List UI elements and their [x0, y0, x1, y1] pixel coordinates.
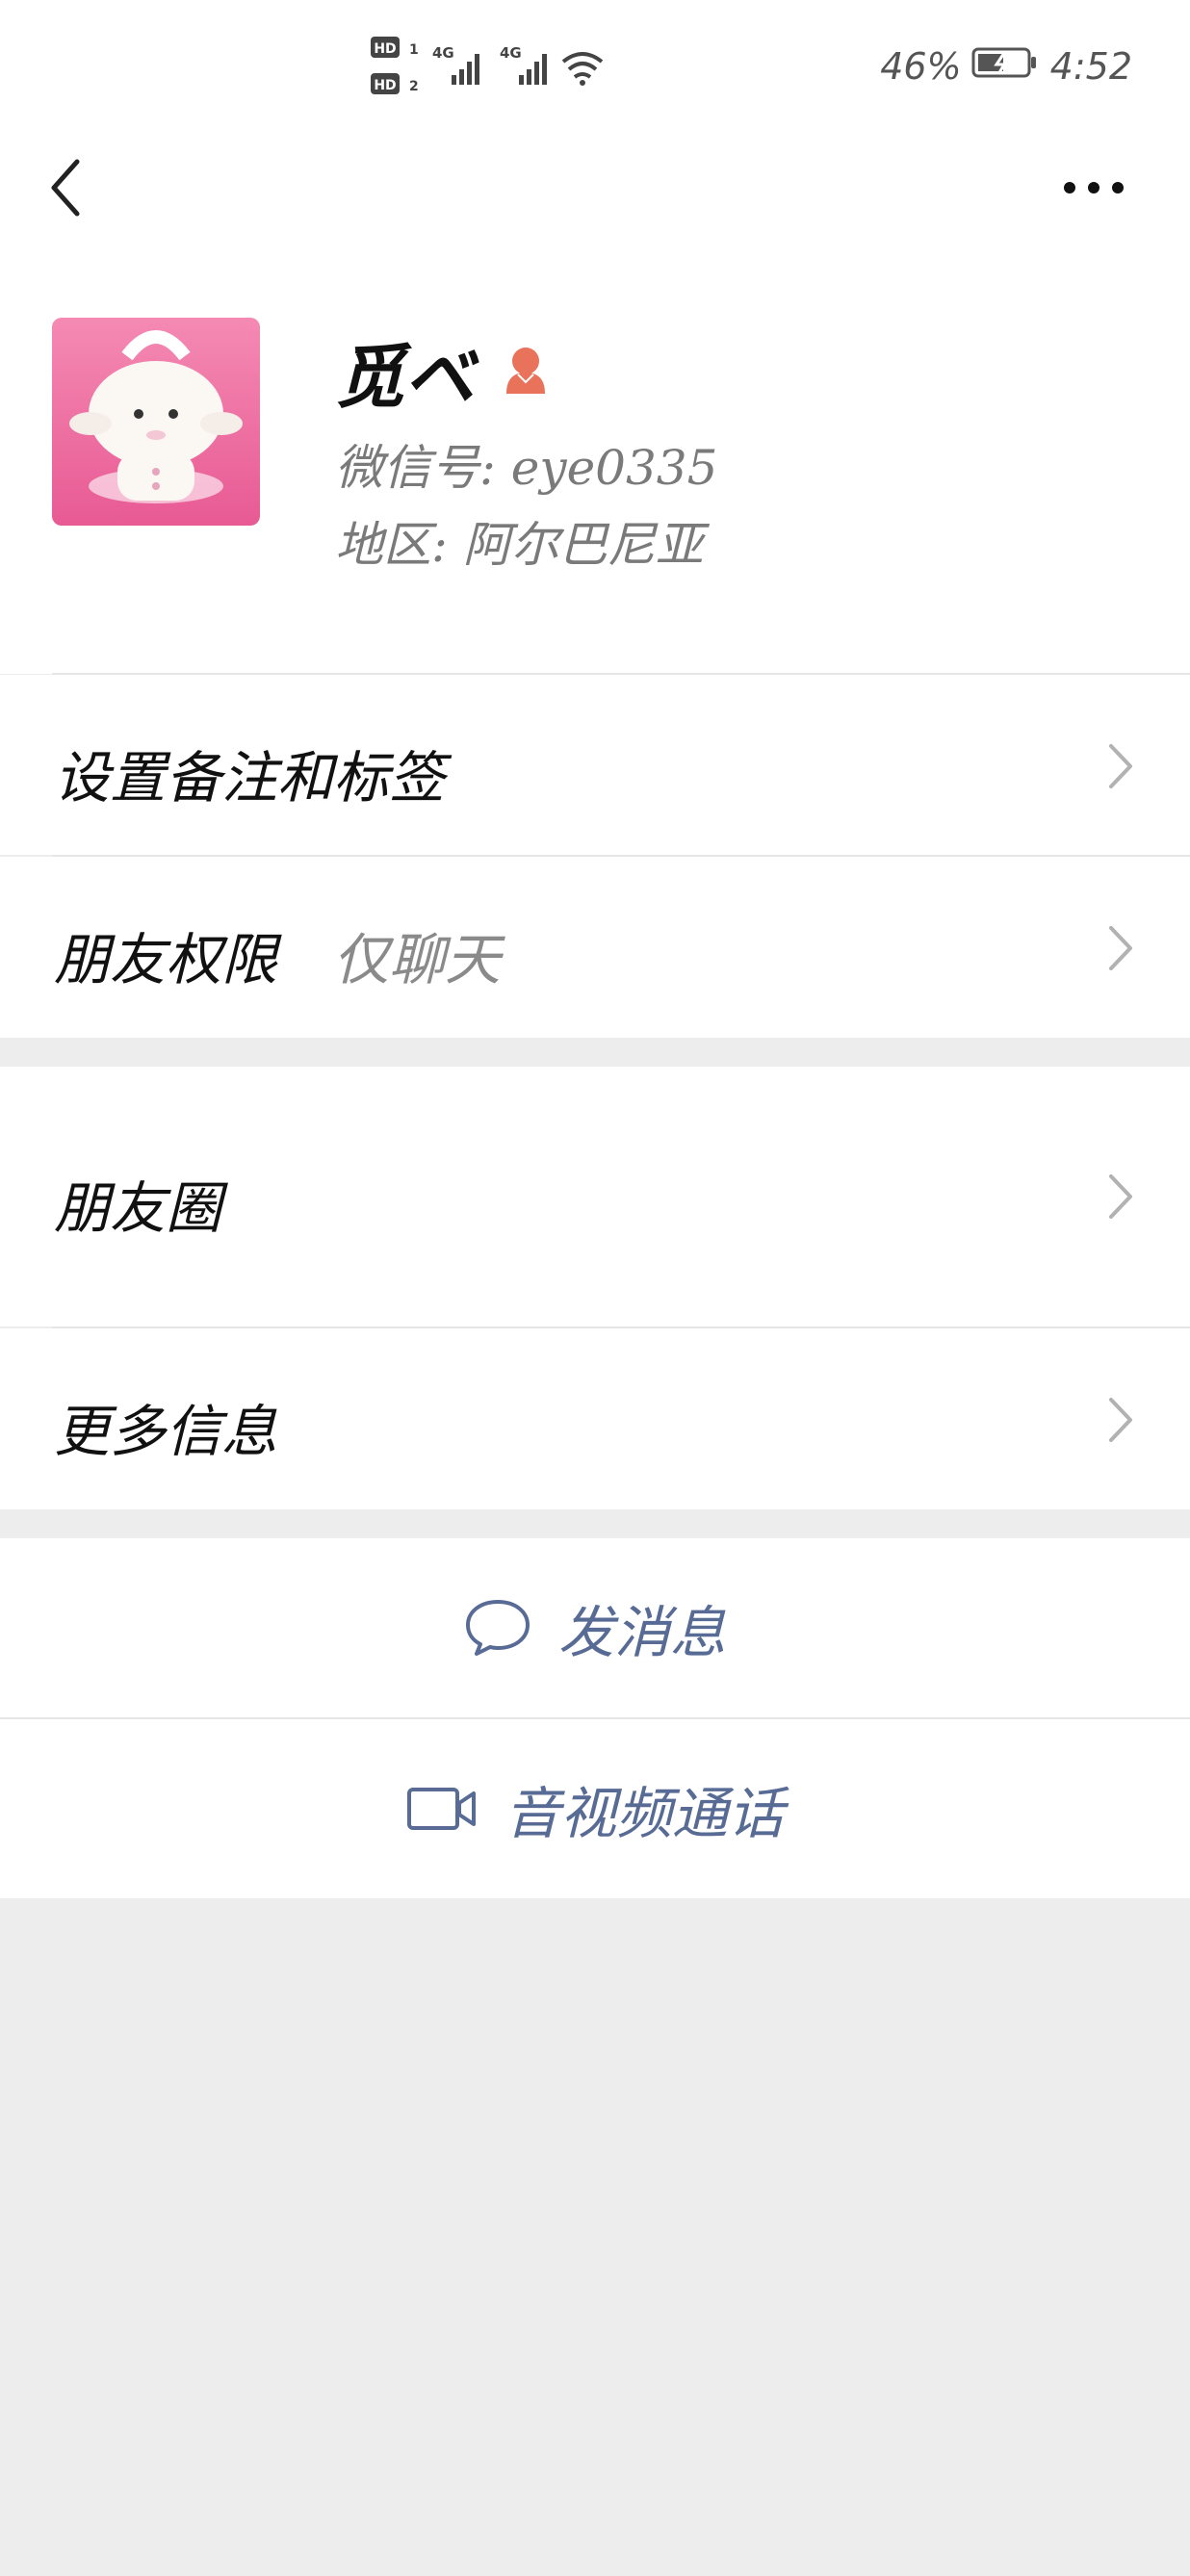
clock: 4:52: [1049, 45, 1132, 88]
signal-indicators: HD 1 HD 2 4G 4G: [371, 35, 611, 102]
avatar-image: [52, 318, 260, 526]
svg-text:HD: HD: [374, 41, 396, 57]
more-button[interactable]: [1055, 154, 1132, 221]
chevron-right-icon: [1109, 744, 1132, 788]
wechat-id: 微信号: eye0335: [335, 440, 718, 496]
female-user-icon: [501, 342, 551, 399]
svg-text:4G: 4G: [432, 44, 454, 62]
more-info-row[interactable]: 更多信息: [0, 1328, 1190, 1509]
video-call-button[interactable]: 音视频通话: [0, 1719, 1190, 1898]
remark-tags-row[interactable]: 设置备注和标签: [0, 675, 1190, 855]
svg-text:1: 1: [409, 42, 419, 58]
friend-permission-row[interactable]: 朋友权限 仅聊天: [0, 857, 1190, 1038]
battery-percent: 46%: [880, 45, 962, 88]
svg-text:2: 2: [409, 79, 419, 94]
send-message-button[interactable]: 发消息: [0, 1538, 1190, 1717]
cellular-signal-icon: HD 1 HD 2 4G 4G: [371, 37, 604, 94]
svg-text:HD: HD: [374, 78, 396, 93]
video-call-label: 音视频通话: [504, 1781, 784, 1846]
chevron-right-icon: [1109, 1174, 1132, 1219]
contact-name: 觅ベ: [335, 335, 475, 418]
friend-permission-label: 朋友权限: [54, 927, 278, 992]
moments-label: 朋友圈: [54, 1175, 222, 1241]
status-bar: HD 1 HD 2 4G 4G 46% 4:52: [0, 0, 1190, 125]
chevron-right-icon: [1109, 926, 1132, 970]
battery-icon: [971, 45, 1039, 89]
back-button[interactable]: [37, 154, 94, 221]
svg-text:4G: 4G: [500, 44, 522, 62]
chevron-left-icon: [51, 159, 80, 217]
more-info-label: 更多信息: [54, 1399, 278, 1464]
avatar[interactable]: [52, 318, 260, 526]
moments-row[interactable]: 朋友圈: [0, 1067, 1190, 1327]
remark-tags-label: 设置备注和标签: [54, 745, 446, 811]
chat-bubble-icon: [465, 1600, 530, 1656]
top-nav: [0, 125, 1190, 250]
video-camera-icon: [406, 1788, 476, 1830]
chevron-right-icon: [1109, 1398, 1132, 1442]
friend-permission-value: 仅聊天: [333, 927, 502, 992]
profile-card: 觅ベ 微信号: eye0335 地区: 阿尔巴尼亚: [0, 250, 1190, 675]
region: 地区: 阿尔巴尼亚: [335, 517, 704, 573]
send-message-label: 发消息: [557, 1600, 726, 1665]
name-row: 觅ベ: [335, 327, 551, 418]
more-dots-icon: [1064, 182, 1124, 193]
status-right: 46% 4:52: [880, 42, 1132, 90]
